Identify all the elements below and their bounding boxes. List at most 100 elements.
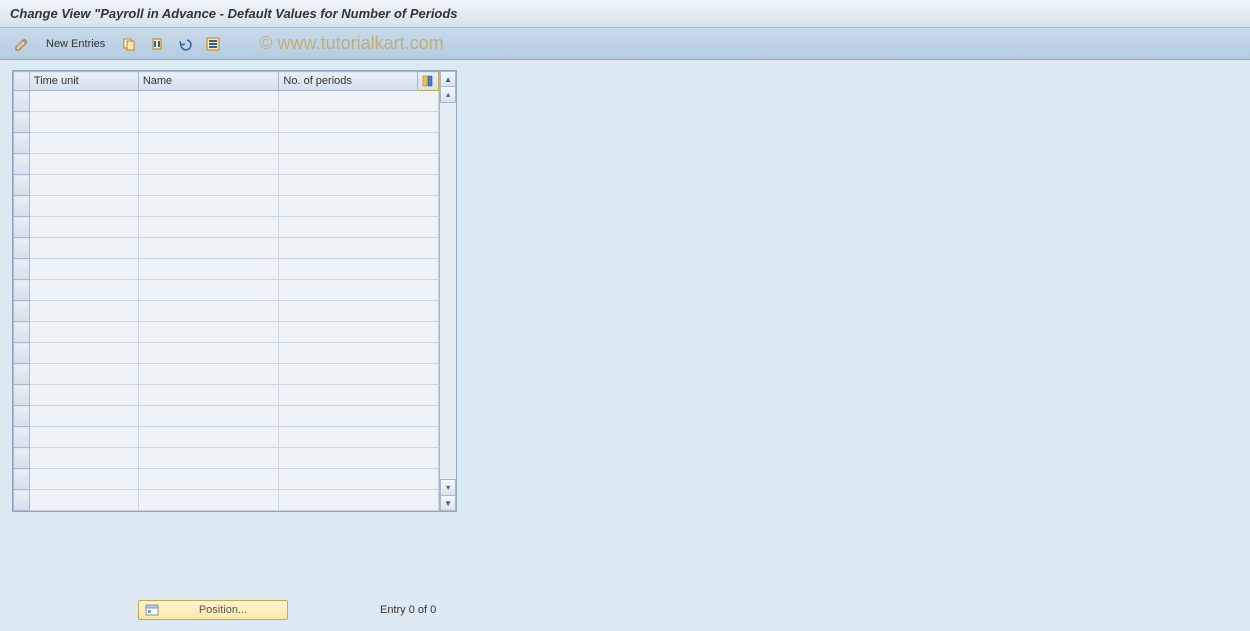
- row-selector[interactable]: [14, 217, 30, 238]
- row-selector[interactable]: [14, 91, 30, 112]
- table-row[interactable]: [14, 196, 439, 217]
- table-row[interactable]: [14, 154, 439, 175]
- copy-icon[interactable]: [117, 33, 141, 55]
- cell-name[interactable]: [138, 364, 279, 385]
- edit-icon[interactable]: [10, 33, 34, 55]
- table-row[interactable]: [14, 427, 439, 448]
- cell-time-unit[interactable]: [29, 301, 138, 322]
- cell-name[interactable]: [138, 217, 279, 238]
- row-selector[interactable]: [14, 343, 30, 364]
- cell-time-unit[interactable]: [29, 154, 138, 175]
- cell-name[interactable]: [138, 259, 279, 280]
- cell-no-of-periods[interactable]: [279, 91, 439, 112]
- table-row[interactable]: [14, 322, 439, 343]
- cell-name[interactable]: [138, 196, 279, 217]
- cell-name[interactable]: [138, 322, 279, 343]
- cell-no-of-periods[interactable]: [279, 322, 439, 343]
- row-selector[interactable]: [14, 385, 30, 406]
- cell-time-unit[interactable]: [29, 217, 138, 238]
- table-row[interactable]: [14, 91, 439, 112]
- cell-time-unit[interactable]: [29, 343, 138, 364]
- row-selector[interactable]: [14, 364, 30, 385]
- row-selector[interactable]: [14, 196, 30, 217]
- cell-time-unit[interactable]: [29, 385, 138, 406]
- table-row[interactable]: [14, 133, 439, 154]
- row-selector[interactable]: [14, 427, 30, 448]
- cell-time-unit[interactable]: [29, 448, 138, 469]
- cell-name[interactable]: [138, 385, 279, 406]
- table-row[interactable]: [14, 175, 439, 196]
- cell-time-unit[interactable]: [29, 133, 138, 154]
- select-all-header[interactable]: [14, 72, 30, 91]
- row-selector[interactable]: [14, 406, 30, 427]
- column-header-time-unit[interactable]: Time unit: [29, 72, 138, 91]
- cell-no-of-periods[interactable]: [279, 469, 439, 490]
- cell-name[interactable]: [138, 112, 279, 133]
- row-selector[interactable]: [14, 154, 30, 175]
- select-all-icon[interactable]: [201, 33, 225, 55]
- column-header-name[interactable]: Name: [138, 72, 279, 91]
- cell-no-of-periods[interactable]: [279, 259, 439, 280]
- column-header-no-of-periods[interactable]: No. of periods: [279, 72, 418, 91]
- cell-no-of-periods[interactable]: [279, 154, 439, 175]
- table-row[interactable]: [14, 364, 439, 385]
- cell-no-of-periods[interactable]: [279, 406, 439, 427]
- vertical-scrollbar[interactable]: ▲ ▴ ▾ ▼: [439, 71, 456, 511]
- cell-time-unit[interactable]: [29, 91, 138, 112]
- cell-no-of-periods[interactable]: [279, 196, 439, 217]
- table-row[interactable]: [14, 448, 439, 469]
- table-row[interactable]: [14, 469, 439, 490]
- table-row[interactable]: [14, 238, 439, 259]
- table-row[interactable]: [14, 112, 439, 133]
- row-selector[interactable]: [14, 175, 30, 196]
- cell-no-of-periods[interactable]: [279, 385, 439, 406]
- table-row[interactable]: [14, 406, 439, 427]
- cell-name[interactable]: [138, 469, 279, 490]
- cell-time-unit[interactable]: [29, 364, 138, 385]
- cell-time-unit[interactable]: [29, 259, 138, 280]
- cell-time-unit[interactable]: [29, 469, 138, 490]
- row-selector[interactable]: [14, 280, 30, 301]
- cell-no-of-periods[interactable]: [279, 364, 439, 385]
- cell-name[interactable]: [138, 490, 279, 511]
- cell-no-of-periods[interactable]: [279, 490, 439, 511]
- table-row[interactable]: [14, 490, 439, 511]
- cell-name[interactable]: [138, 175, 279, 196]
- scroll-down-icon[interactable]: ▼: [440, 495, 456, 511]
- cell-name[interactable]: [138, 154, 279, 175]
- row-selector[interactable]: [14, 112, 30, 133]
- cell-time-unit[interactable]: [29, 490, 138, 511]
- row-selector[interactable]: [14, 448, 30, 469]
- cell-no-of-periods[interactable]: [279, 427, 439, 448]
- cell-time-unit[interactable]: [29, 112, 138, 133]
- table-row[interactable]: [14, 217, 439, 238]
- cell-no-of-periods[interactable]: [279, 238, 439, 259]
- cell-time-unit[interactable]: [29, 175, 138, 196]
- new-entries-button[interactable]: New Entries: [38, 33, 113, 55]
- scroll-down-step-icon[interactable]: ▾: [440, 479, 456, 495]
- cell-name[interactable]: [138, 343, 279, 364]
- table-config-icon[interactable]: [418, 72, 439, 91]
- table-row[interactable]: [14, 343, 439, 364]
- row-selector[interactable]: [14, 238, 30, 259]
- cell-no-of-periods[interactable]: [279, 280, 439, 301]
- cell-name[interactable]: [138, 280, 279, 301]
- cell-name[interactable]: [138, 406, 279, 427]
- cell-time-unit[interactable]: [29, 196, 138, 217]
- cell-time-unit[interactable]: [29, 238, 138, 259]
- row-selector[interactable]: [14, 301, 30, 322]
- cell-no-of-periods[interactable]: [279, 217, 439, 238]
- delete-icon[interactable]: [145, 33, 169, 55]
- table-row[interactable]: [14, 301, 439, 322]
- cell-no-of-periods[interactable]: [279, 343, 439, 364]
- row-selector[interactable]: [14, 322, 30, 343]
- undo-icon[interactable]: [173, 33, 197, 55]
- cell-no-of-periods[interactable]: [279, 448, 439, 469]
- cell-name[interactable]: [138, 427, 279, 448]
- cell-name[interactable]: [138, 301, 279, 322]
- cell-no-of-periods[interactable]: [279, 175, 439, 196]
- row-selector[interactable]: [14, 133, 30, 154]
- cell-time-unit[interactable]: [29, 406, 138, 427]
- row-selector[interactable]: [14, 469, 30, 490]
- cell-name[interactable]: [138, 133, 279, 154]
